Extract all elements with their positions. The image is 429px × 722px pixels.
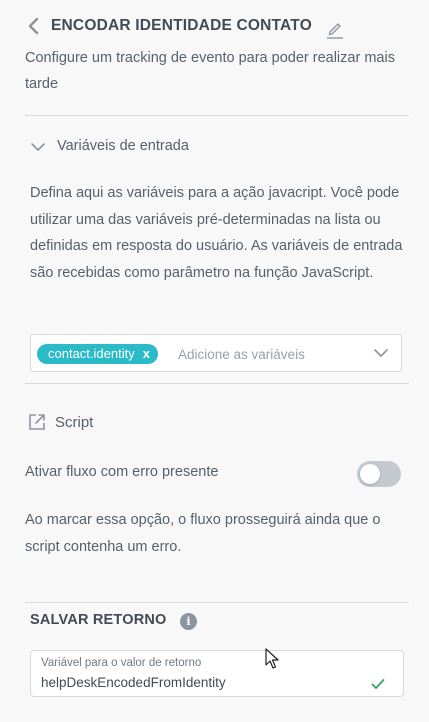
- error-flow-toggle-label: Ativar fluxo com erro presente: [25, 464, 219, 480]
- variables-multiselect[interactable]: contact.identity x: [30, 334, 402, 372]
- chevron-down-icon[interactable]: [373, 347, 389, 359]
- variable-chip: contact.identity x: [37, 344, 158, 364]
- check-icon: [371, 679, 385, 689]
- input-variables-label: Variáveis de entrada: [57, 138, 189, 154]
- error-flow-description: Ao marcar essa opção, o fluxo prosseguir…: [25, 512, 381, 555]
- input-variables-description: Defina aqui as variáveis para a ação jav…: [30, 185, 403, 281]
- script-link[interactable]: Script: [27, 410, 93, 434]
- page-title: ENCODAR IDENTIDADE CONTATO: [51, 17, 312, 34]
- toggle-knob: [360, 464, 380, 484]
- error-flow-toggle[interactable]: [357, 461, 401, 487]
- info-icon[interactable]: i: [180, 613, 197, 630]
- return-variable-input[interactable]: [41, 675, 361, 690]
- variables-search-input[interactable]: [178, 344, 358, 364]
- variable-chip-label: contact.identity: [48, 346, 135, 361]
- input-variables-section-toggle[interactable]: Variáveis de entrada: [30, 137, 280, 159]
- panel-header: ENCODAR IDENTIDADE CONTATO Configure um …: [0, 0, 429, 110]
- save-return-title: SALVAR RETORNO: [30, 612, 167, 628]
- external-link-icon: [29, 414, 45, 430]
- edit-pencil-icon[interactable]: [325, 19, 345, 39]
- page-subtitle: Configure um tracking de evento para pod…: [25, 50, 395, 92]
- divider: [25, 383, 409, 384]
- divider: [25, 115, 409, 116]
- chip-remove-button[interactable]: x: [143, 344, 150, 364]
- return-variable-label: Variável para o valor de retorno: [41, 657, 202, 669]
- divider: [25, 602, 409, 603]
- return-variable-field[interactable]: Variável para o valor de retorno: [30, 650, 404, 697]
- mouse-cursor-icon: [264, 648, 280, 670]
- script-label: Script: [55, 413, 94, 431]
- back-arrow-icon[interactable]: [26, 16, 42, 36]
- chevron-down-icon: [31, 143, 45, 151]
